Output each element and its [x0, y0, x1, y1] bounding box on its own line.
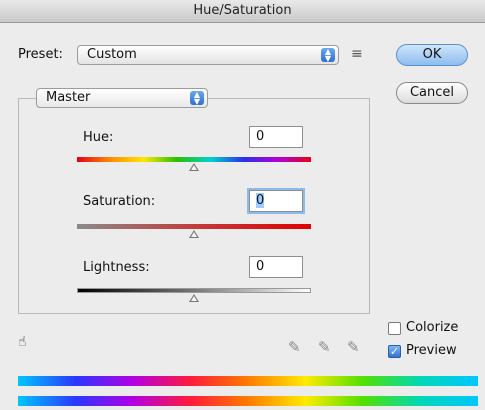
channel-select[interactable]: Master ▲ ▼: [36, 88, 208, 108]
preset-select[interactable]: Custom ▲ ▼: [77, 45, 339, 65]
preview-checkbox[interactable]: ✓: [388, 345, 401, 358]
select-arrows-icon: ▲ ▼: [190, 91, 204, 106]
hue-input[interactable]: 0: [249, 126, 303, 148]
saturation-input[interactable]: 0: [249, 190, 303, 212]
cancel-button[interactable]: Cancel: [396, 82, 468, 104]
window-title: Hue/Saturation: [0, 0, 485, 23]
lightness-label: Lightness:: [83, 260, 150, 275]
preview-label: Preview: [406, 343, 457, 358]
lightness-input[interactable]: 0: [249, 256, 303, 278]
preset-value: Custom: [87, 47, 137, 62]
eyedropper-icon[interactable]: ✎: [288, 338, 301, 356]
ok-button[interactable]: OK: [396, 44, 468, 66]
select-arrows-icon: ▲ ▼: [321, 48, 335, 63]
adjustment-group: [18, 98, 370, 314]
hue-label: Hue:: [83, 130, 114, 145]
saturation-slider-thumb[interactable]: [189, 230, 199, 238]
output-color-spectrum: [18, 396, 478, 406]
channel-value: Master: [46, 90, 91, 105]
lightness-value: 0: [256, 259, 265, 274]
saturation-slider-track: [77, 224, 311, 229]
hand-adjust-icon[interactable]: ☝: [18, 334, 27, 350]
hue-saturation-dialog: Hue/Saturation Preset: Custom ▲ ▼ ≡ OK Ca…: [0, 0, 485, 410]
hue-value: 0: [256, 129, 265, 144]
preset-options-icon[interactable]: ≡: [351, 46, 363, 62]
eyedropper-plus-icon[interactable]: ✎: [318, 338, 331, 356]
eyedropper-minus-icon[interactable]: ✎: [347, 338, 360, 356]
preset-label: Preset:: [18, 47, 63, 62]
lightness-slider-track: [77, 288, 311, 293]
colorize-checkbox[interactable]: [388, 322, 401, 335]
input-color-spectrum: [18, 376, 478, 386]
saturation-label: Saturation:: [83, 194, 156, 209]
hue-slider-thumb[interactable]: [189, 163, 199, 171]
lightness-slider-thumb[interactable]: [189, 294, 199, 302]
saturation-value: 0: [256, 193, 265, 208]
colorize-label: Colorize: [406, 320, 459, 335]
hue-slider-track: [77, 157, 311, 162]
